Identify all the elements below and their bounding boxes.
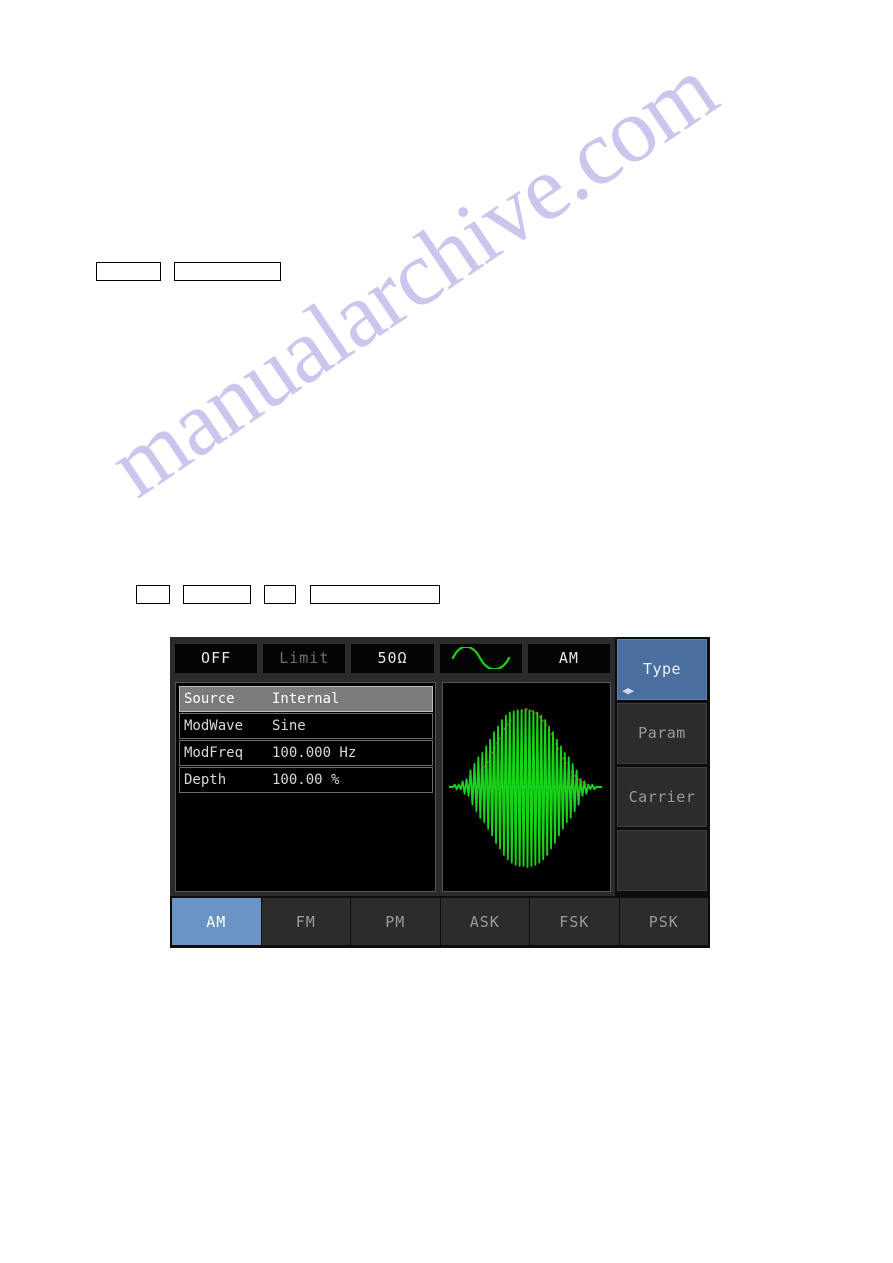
softkey-label-type: Type <box>642 660 682 679</box>
modulation-tab-bar: AM FM PM ASK FSK PSK <box>170 896 710 948</box>
instrument-display: OFF Limit 50Ω AM Source Internal ModWave… <box>170 637 710 948</box>
param-row-modwave[interactable]: ModWave Sine <box>179 713 433 739</box>
param-row-source[interactable]: Source Internal <box>179 686 433 712</box>
softkey-type[interactable]: Type ◀▶ <box>617 639 707 700</box>
softkey-carrier[interactable]: Carrier <box>617 766 707 828</box>
tab-label-psk: PSK <box>648 912 679 931</box>
tab-label-ask: ASK <box>469 912 500 931</box>
param-row-depth[interactable]: Depth 100.00 % <box>179 767 433 793</box>
status-bar: OFF Limit 50Ω AM <box>170 637 615 679</box>
parameter-panel: Source Internal ModWave Sine ModFreq 100… <box>175 682 436 892</box>
status-modulation[interactable]: AM <box>527 643 611 673</box>
blank-key-box-5 <box>264 585 296 604</box>
blank-key-box-6 <box>310 585 440 604</box>
tab-pm[interactable]: PM <box>351 898 441 945</box>
param-label-modfreq: ModFreq <box>184 745 244 761</box>
param-value-depth: 100.00 % <box>272 772 340 788</box>
status-output-state[interactable]: OFF <box>175 643 258 673</box>
tab-label-pm: PM <box>385 912 406 931</box>
status-impedance[interactable]: 50Ω <box>351 643 434 673</box>
tab-fm[interactable]: FM <box>261 898 351 945</box>
am-waveform-graphic <box>448 708 603 868</box>
tab-label-fsk: FSK <box>559 912 590 931</box>
sine-wave-icon[interactable] <box>439 643 522 673</box>
status-limit[interactable]: Limit <box>263 643 346 673</box>
blank-key-box-4 <box>183 585 251 604</box>
display-main-area: OFF Limit 50Ω AM Source Internal ModWave… <box>170 637 710 896</box>
blank-key-box-2 <box>174 262 281 281</box>
tab-am[interactable]: AM <box>172 898 262 945</box>
blank-key-box-1 <box>96 262 161 281</box>
left-right-arrows-icon: ◀▶ <box>622 683 634 697</box>
param-label-depth: Depth <box>184 772 227 788</box>
softkey-column: Type ◀▶ Param Carrier <box>615 637 710 896</box>
param-value-modwave: Sine <box>272 718 306 734</box>
softkey-param[interactable]: Param <box>617 702 707 764</box>
tab-ask[interactable]: ASK <box>440 898 530 945</box>
tab-psk[interactable]: PSK <box>619 898 708 945</box>
waveform-preview-panel <box>442 682 611 892</box>
display-left-column: OFF Limit 50Ω AM Source Internal ModWave… <box>170 637 615 896</box>
tab-fsk[interactable]: FSK <box>530 898 620 945</box>
softkey-empty[interactable] <box>617 830 707 891</box>
softkey-label-carrier: Carrier <box>628 787 696 806</box>
param-value-modfreq: 100.000 Hz <box>272 745 357 761</box>
param-row-modfreq[interactable]: ModFreq 100.000 Hz <box>179 740 433 766</box>
display-content: Source Internal ModWave Sine ModFreq 100… <box>170 679 615 896</box>
param-label-modwave: ModWave <box>184 718 244 734</box>
blank-key-box-3 <box>136 585 170 604</box>
waveform-carrier <box>448 708 603 868</box>
param-value-source: Internal <box>272 691 340 707</box>
param-label-source: Source <box>184 691 235 707</box>
tab-label-fm: FM <box>295 912 316 931</box>
softkey-label-param: Param <box>638 724 686 743</box>
tab-label-am: AM <box>206 912 227 931</box>
